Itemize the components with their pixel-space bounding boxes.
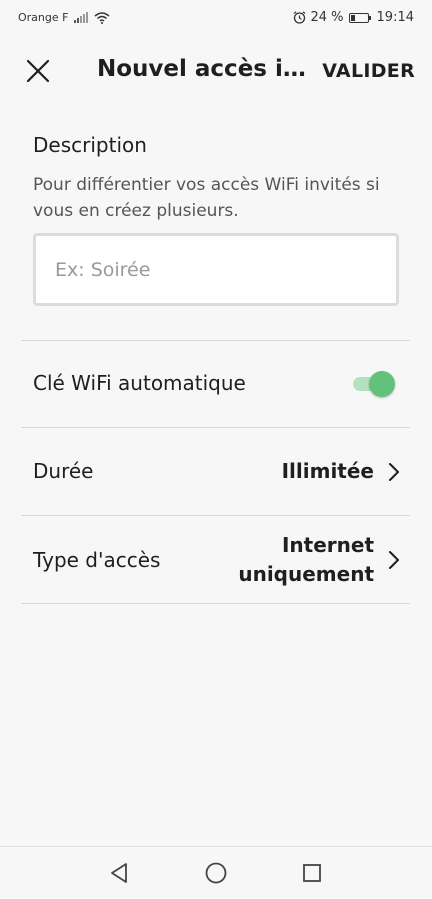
page-title: Nouvel accès in... <box>97 56 313 82</box>
auto-key-label: Clé WiFi automatique <box>33 371 246 395</box>
back-nav-icon <box>111 863 127 883</box>
close-icon <box>26 59 50 83</box>
status-left: Orange F <box>18 11 110 24</box>
battery-icon <box>348 12 371 23</box>
back-nav-button[interactable] <box>106 859 134 887</box>
close-button[interactable] <box>22 55 54 87</box>
access-type-value-line1: Internet <box>281 533 374 557</box>
app-bar: Nouvel accès in... VALIDER <box>0 40 432 104</box>
description-help-text: Pour différentier vos accès WiFi invités… <box>33 175 380 221</box>
toggle-knob <box>369 371 395 397</box>
alarm-icon <box>293 11 305 24</box>
duration-label: Durée <box>33 459 94 483</box>
access-type-label: Type d'accès <box>33 548 161 572</box>
description-field <box>33 233 399 306</box>
auto-key-toggle[interactable] <box>353 371 395 397</box>
status-right: 24 % 19:14 <box>293 10 414 25</box>
home-nav-icon <box>205 862 227 884</box>
home-nav-button[interactable] <box>202 859 230 887</box>
access-type-value-line2: uniquement <box>238 562 374 586</box>
validate-button[interactable]: VALIDER <box>322 60 415 82</box>
duration-row[interactable]: Durée Illimitée <box>0 428 432 515</box>
recents-nav-button[interactable] <box>298 859 326 887</box>
auto-key-row: Clé WiFi automatique <box>0 341 432 427</box>
carrier-name: Orange F <box>18 11 69 24</box>
system-nav-bar <box>0 846 432 899</box>
access-type-row[interactable]: Type d'accès Internet uniquement <box>0 516 432 603</box>
description-label: Description <box>33 133 147 157</box>
status-bar: Orange F 24 % 19:14 <box>0 0 432 34</box>
divider <box>21 603 410 604</box>
duration-value: Illimitée <box>281 459 374 483</box>
recents-nav-icon <box>303 864 321 882</box>
clock: 19:14 <box>376 10 414 25</box>
access-type-value: Internet uniquement <box>238 531 374 589</box>
signal-icon <box>74 12 89 23</box>
chevron-right-icon <box>389 551 399 569</box>
description-input[interactable] <box>36 236 396 303</box>
wifi-icon <box>94 11 110 24</box>
chevron-right-icon <box>389 463 399 481</box>
battery-percent: 24 % <box>310 10 344 25</box>
